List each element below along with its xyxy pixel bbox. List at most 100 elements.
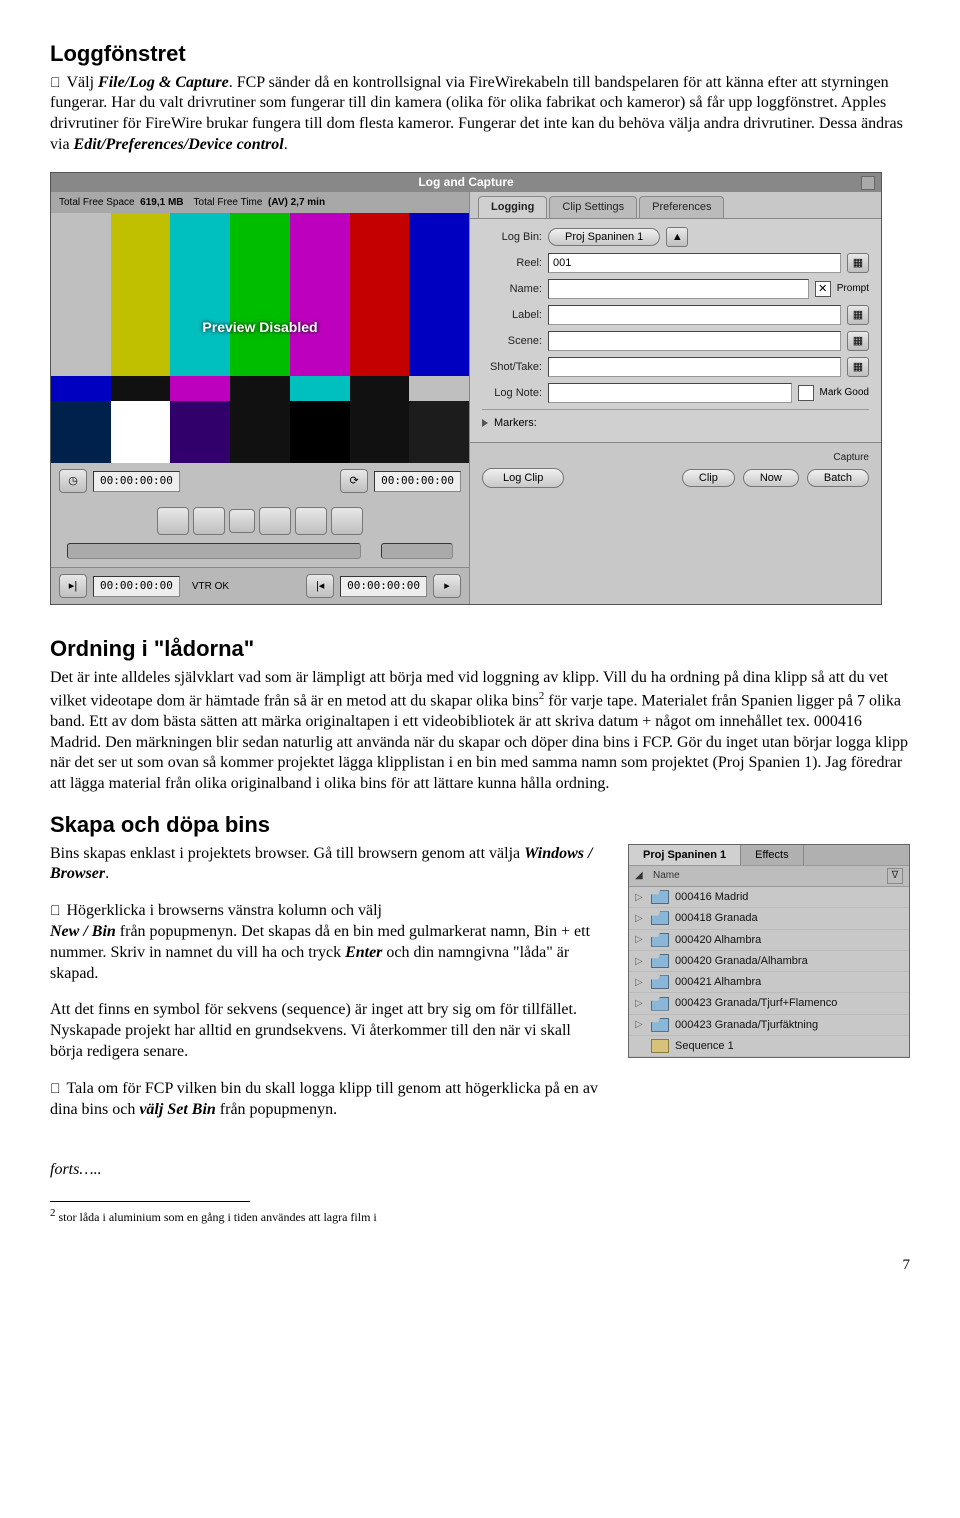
up-bin-button[interactable]: ▲ xyxy=(666,227,688,247)
heading-loggfonstret: Loggfönstret xyxy=(50,40,910,69)
log-bin-label: Log Bin: xyxy=(482,230,542,244)
scene-label: Scene: xyxy=(482,334,542,348)
apple-icon:  xyxy=(50,902,61,918)
chevron-right-icon: ▷ xyxy=(635,933,645,946)
scene-input[interactable] xyxy=(548,331,841,351)
chevron-right-icon: ▷ xyxy=(635,955,645,968)
scene-slate-button[interactable]: ▦ xyxy=(847,331,869,351)
para-bins-c: Att det finns en symbol för sekvens (seq… xyxy=(50,1000,604,1062)
footnote: 2 stor låda i aluminium som en gång i ti… xyxy=(50,1206,910,1226)
bin-icon xyxy=(651,975,669,989)
preview-area: Preview Disabled xyxy=(51,213,469,463)
sequence-icon xyxy=(651,1039,669,1053)
play-button[interactable] xyxy=(259,507,291,535)
label-slate-button[interactable]: ▦ xyxy=(847,305,869,325)
forts-label: forts….. xyxy=(50,1160,910,1181)
label-input[interactable] xyxy=(548,305,841,325)
para-loggfonstret:  Välj File/Log & Capture. FCP sänder då… xyxy=(50,73,910,156)
bin-icon xyxy=(651,911,669,925)
out-timecode[interactable]: 00:00:00:00 xyxy=(340,576,427,596)
footnote-rule xyxy=(50,1201,250,1202)
reel-label: Reel: xyxy=(482,256,542,270)
chevron-right-icon: ▷ xyxy=(635,912,645,925)
tab-logging[interactable]: Logging xyxy=(478,196,547,217)
name-input[interactable] xyxy=(548,279,809,299)
list-item[interactable]: ▷ 000418 Granada xyxy=(629,908,909,929)
log-bin-button[interactable]: Proj Spaninen 1 xyxy=(548,228,660,246)
in-timecode[interactable]: 00:00:00:00 xyxy=(93,576,180,596)
duration-icon[interactable]: ⟳ xyxy=(340,469,368,493)
capture-now-button[interactable]: Now xyxy=(743,469,799,487)
para-ordning: Det är inte alldeles självklart vad som … xyxy=(50,668,910,795)
markers-section[interactable]: Markers: xyxy=(482,409,869,430)
shot-take-slate-button[interactable]: ▦ xyxy=(847,357,869,377)
duration-timecode[interactable]: 00:00:00:00 xyxy=(374,471,461,491)
list-item[interactable]: ▷ 000420 Granada/Alhambra xyxy=(629,951,909,972)
browser-tab-effects[interactable]: Effects xyxy=(741,845,803,865)
mark-in-button[interactable]: ▸| xyxy=(59,574,87,598)
heading-ordning: Ordning i "lådorna" xyxy=(50,635,910,664)
shot-take-label: Shot/Take: xyxy=(482,360,542,374)
window-titlebar: Log and Capture xyxy=(51,173,881,193)
preview-disabled-label: Preview Disabled xyxy=(51,318,469,336)
log-note-input[interactable] xyxy=(548,383,792,403)
browser-header: ◢ Name ∇ xyxy=(629,865,909,887)
step-fwd-button[interactable] xyxy=(295,507,327,535)
fast-fwd-button[interactable] xyxy=(331,507,363,535)
list-item[interactable]: ▷ 000416 Madrid xyxy=(629,887,909,908)
para-bins-a: Bins skapas enklast i projektets browser… xyxy=(50,844,604,886)
mark-good-checkbox[interactable] xyxy=(798,385,814,401)
tab-preferences[interactable]: Preferences xyxy=(639,196,724,217)
current-timecode[interactable]: 00:00:00:00 xyxy=(93,471,180,491)
jog-wheel[interactable] xyxy=(381,543,453,559)
para-bins-d:  Tala om för FCP vilken bin du skall lo… xyxy=(50,1079,604,1121)
step-back-button[interactable] xyxy=(193,507,225,535)
log-clip-button[interactable]: Log Clip xyxy=(482,468,564,488)
mark-out-button[interactable]: |◂ xyxy=(306,574,334,598)
status-bar: Total Free Space 619,1 MB Total Free Tim… xyxy=(51,192,469,213)
column-sort[interactable]: ∇ xyxy=(887,868,903,884)
list-item[interactable]: ▷ 000423 Granada/Tjurfäktning xyxy=(629,1015,909,1036)
mark-good-label: Mark Good xyxy=(820,386,869,399)
browser-tab-project[interactable]: Proj Spaninen 1 xyxy=(629,845,741,865)
para-bins-b:  Högerklicka i browserns vänstra kolumn… xyxy=(50,901,604,984)
shot-take-input[interactable] xyxy=(548,357,841,377)
browser-panel: Proj Spaninen 1 Effects ◢ Name ∇ ▷ 00041… xyxy=(628,844,910,1059)
apple-icon:  xyxy=(50,74,61,90)
window-collapse-button[interactable] xyxy=(861,176,875,190)
bin-icon xyxy=(651,997,669,1011)
column-name[interactable]: Name xyxy=(653,869,887,882)
label-label-field: Label: xyxy=(482,308,542,322)
clock-icon[interactable]: ◷ xyxy=(59,469,87,493)
log-note-label: Log Note: xyxy=(482,386,542,400)
page-number: 7 xyxy=(50,1256,910,1276)
reel-input[interactable] xyxy=(548,253,841,273)
chevron-right-icon xyxy=(482,419,488,427)
triangle-icon: ◢ xyxy=(635,869,653,882)
capture-clip-button[interactable]: Clip xyxy=(682,469,735,487)
goto-out-button[interactable]: ▸ xyxy=(433,574,461,598)
chevron-right-icon: ▷ xyxy=(635,997,645,1010)
shuttle-slider[interactable] xyxy=(67,543,361,559)
list-item[interactable]: ▷ 000421 Alhambra xyxy=(629,972,909,993)
reel-slate-button[interactable]: ▦ xyxy=(847,253,869,273)
vtr-status: VTR OK xyxy=(186,578,235,595)
list-item[interactable]: ▷ 000420 Alhambra xyxy=(629,930,909,951)
chevron-right-icon: ▷ xyxy=(635,976,645,989)
chevron-right-icon: ▷ xyxy=(635,1018,645,1031)
bin-icon xyxy=(651,954,669,968)
list-item[interactable]: Sequence 1 xyxy=(629,1036,909,1057)
capture-title: Capture xyxy=(482,451,869,464)
bin-icon xyxy=(651,933,669,947)
log-and-capture-window: Log and Capture Total Free Space 619,1 M… xyxy=(50,172,882,606)
bin-icon xyxy=(651,890,669,904)
prompt-label: Prompt xyxy=(837,282,869,295)
tab-clip-settings[interactable]: Clip Settings xyxy=(549,196,637,217)
stop-button[interactable] xyxy=(229,509,255,533)
apple-icon:  xyxy=(50,1080,61,1096)
capture-batch-button[interactable]: Batch xyxy=(807,469,869,487)
prompt-checkbox[interactable]: ✕ xyxy=(815,281,831,297)
list-item[interactable]: ▷ 000423 Granada/Tjurf+Flamenco xyxy=(629,993,909,1014)
chevron-right-icon: ▷ xyxy=(635,891,645,904)
rewind-button[interactable] xyxy=(157,507,189,535)
